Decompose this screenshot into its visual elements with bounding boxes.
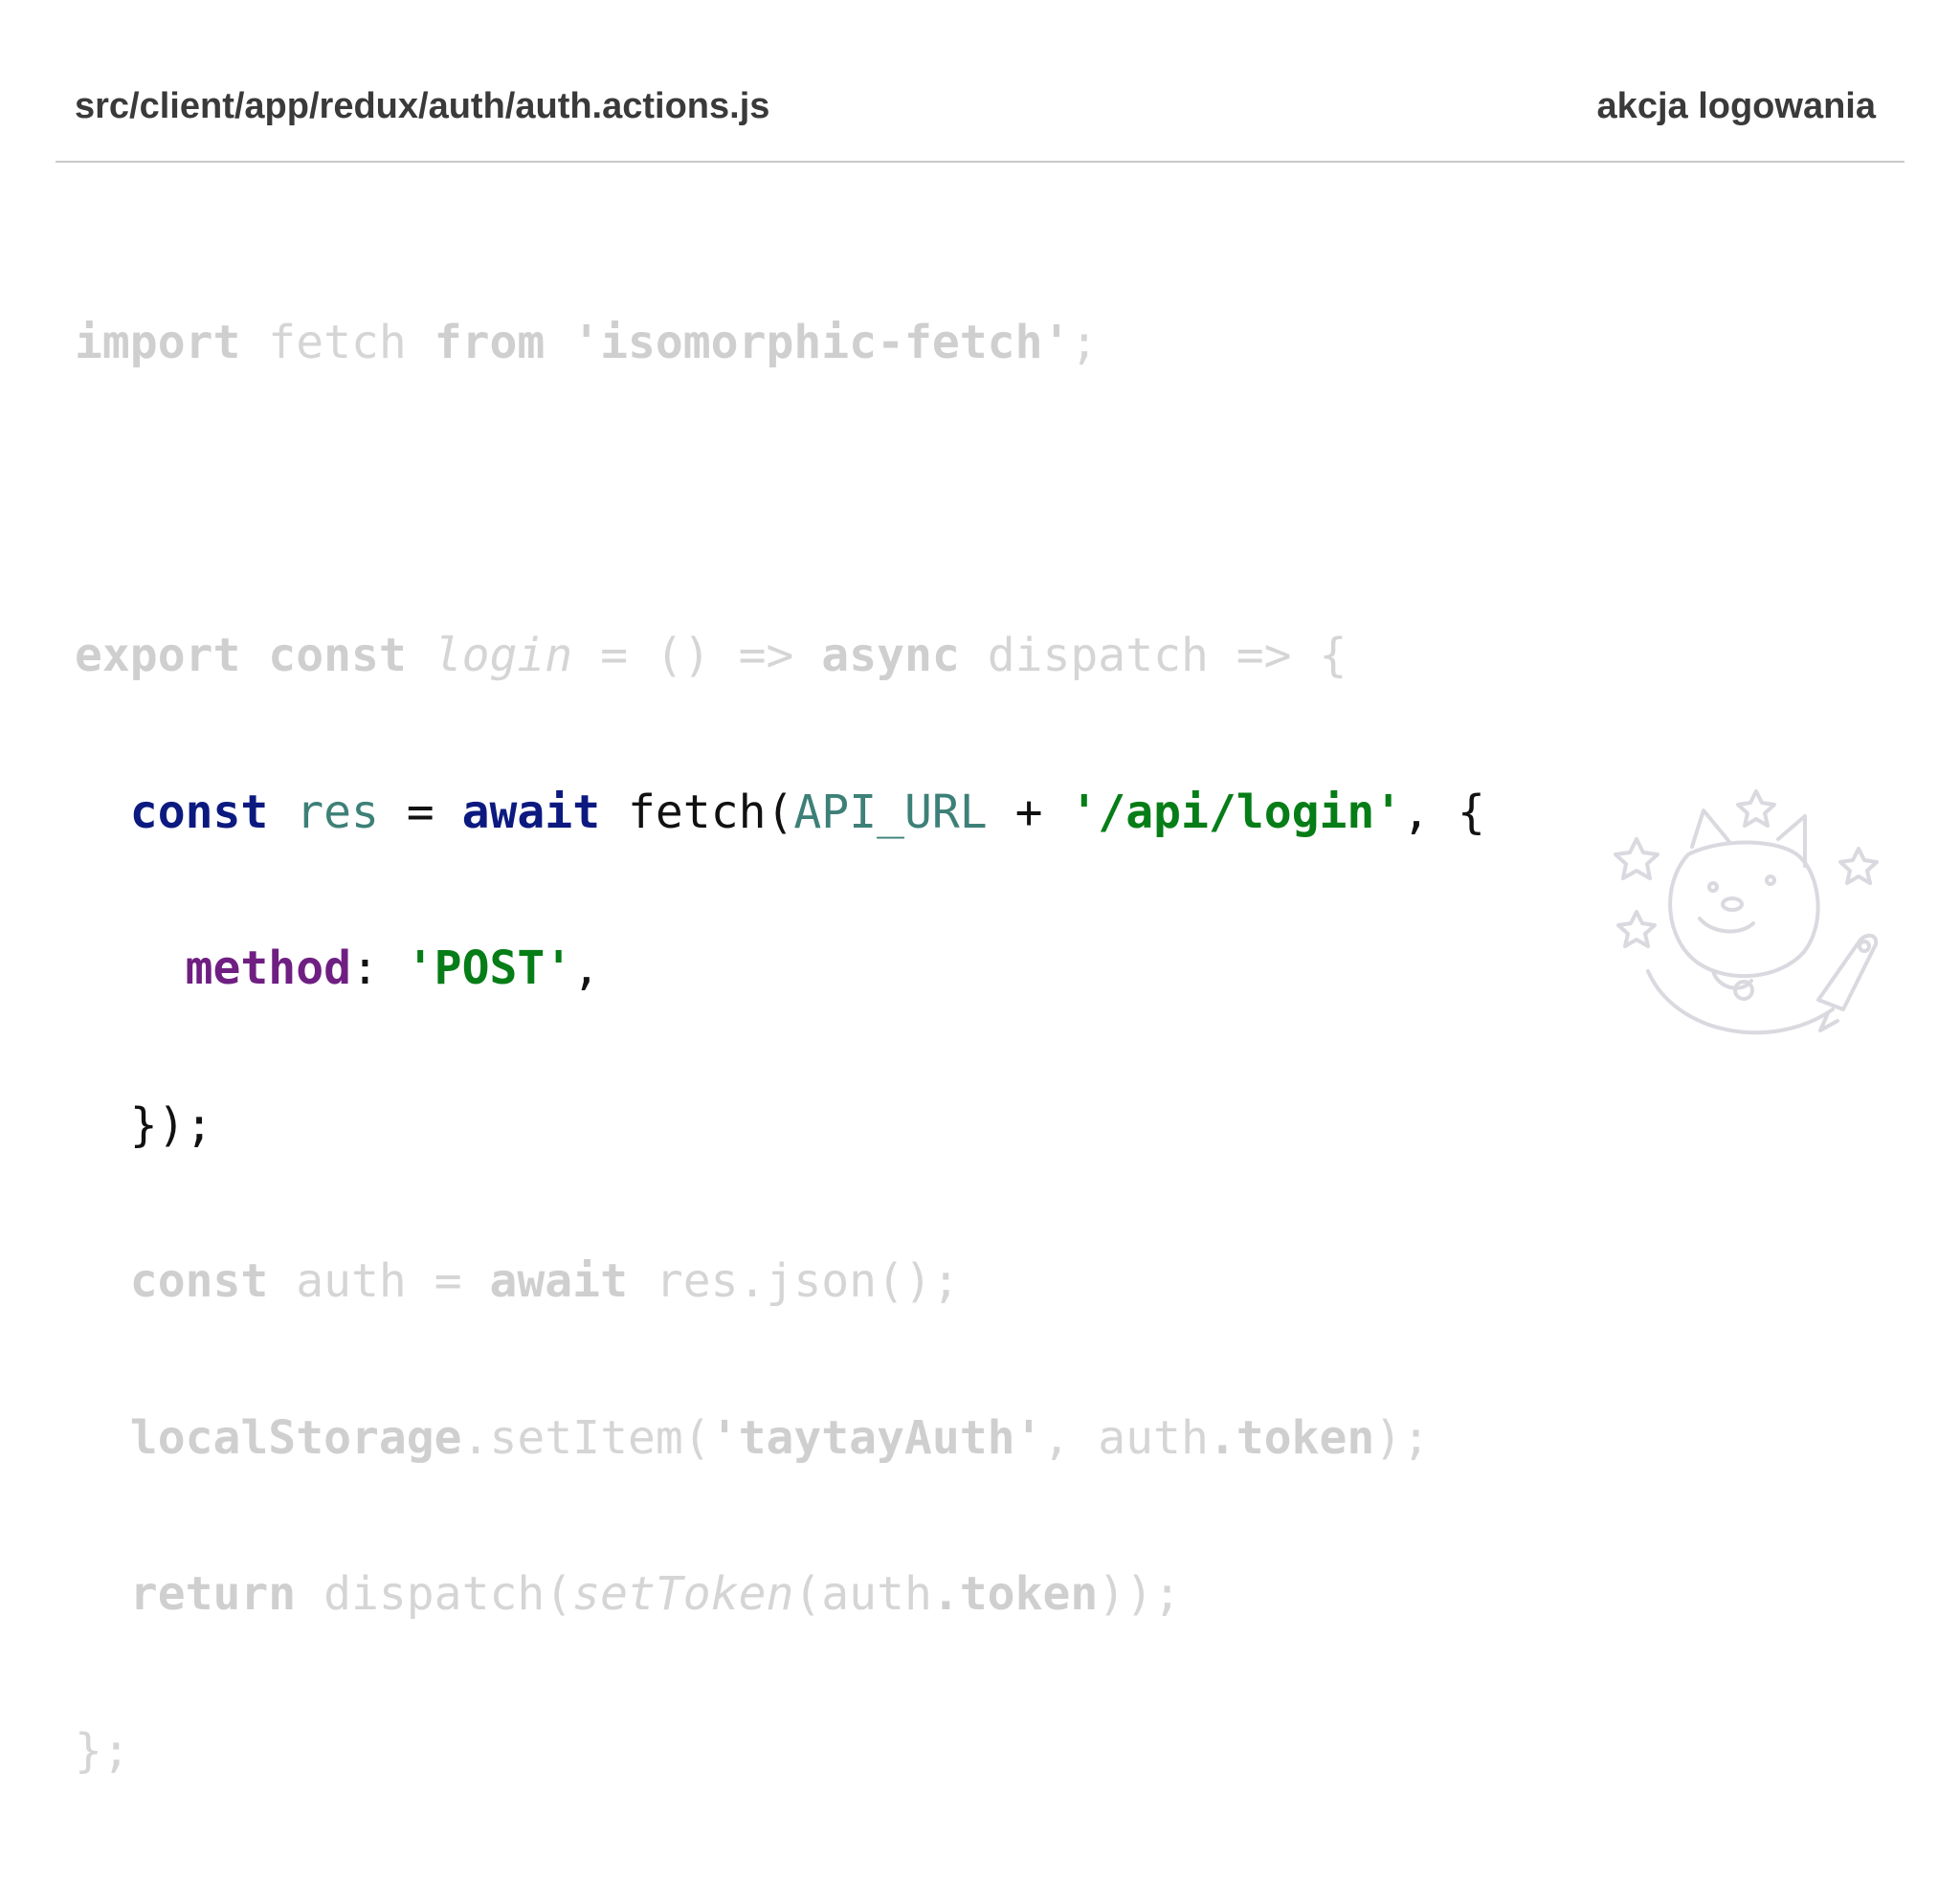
code-token: , auth xyxy=(1042,1410,1209,1465)
header-divider xyxy=(56,161,1904,163)
code-line-close-fetch: }); xyxy=(75,1097,1485,1152)
string-literal: '/api/login' xyxy=(1070,785,1403,839)
function-name: login xyxy=(434,629,573,682)
property: token xyxy=(1236,1410,1375,1465)
string-literal: 'isomorphic-fetch' xyxy=(572,316,1071,369)
string-literal: 'POST' xyxy=(406,941,573,995)
code-token: = xyxy=(378,785,462,839)
code-token: , { xyxy=(1402,785,1485,839)
code-line-fetch: const res = await fetch(API_URL + '/api/… xyxy=(75,786,1485,839)
code-token: auth = xyxy=(268,1254,490,1308)
keyword: await xyxy=(461,785,601,839)
slide: src/client/app/redux/auth/auth.actions.j… xyxy=(0,0,1960,1777)
function-name: setToken xyxy=(572,1567,794,1621)
keyword: return xyxy=(129,1567,297,1621)
slide-title: akcja logowania xyxy=(1596,86,1876,126)
code-token: dispatch => { xyxy=(959,629,1348,682)
variable: res xyxy=(296,785,379,839)
code-token: = () => xyxy=(572,629,822,682)
code-token: : xyxy=(350,941,407,995)
code-token: }); xyxy=(75,1097,213,1152)
code-token: + xyxy=(987,785,1071,839)
file-path: src/client/app/redux/auth/auth.actions.j… xyxy=(75,86,770,126)
code-token: . xyxy=(931,1567,960,1621)
keyword: const xyxy=(129,1254,269,1308)
doge-astronaut-icon xyxy=(1614,789,1879,1035)
variable: localStorage xyxy=(129,1410,462,1465)
code-token: dispatch( xyxy=(296,1567,573,1621)
code-line-json: const auth = await res.json(); xyxy=(75,1255,1485,1308)
code-token: res.json(); xyxy=(627,1254,960,1308)
code-token: )); xyxy=(1098,1567,1181,1621)
code-line-method: method: 'POST', xyxy=(75,942,1485,995)
property: method xyxy=(185,941,351,995)
code-token: .setItem( xyxy=(461,1410,711,1465)
keyword: export xyxy=(75,629,241,682)
code-token: ); xyxy=(1374,1410,1431,1465)
property: token xyxy=(959,1567,1099,1621)
code-line-localstorage: localStorage.setItem('taytayAuth', auth.… xyxy=(75,1410,1485,1465)
code-line-export: export const login = () => async dispatc… xyxy=(75,630,1485,682)
code-token: (auth xyxy=(793,1567,932,1621)
code-token: fetch xyxy=(240,316,434,369)
code-token: fetch( xyxy=(600,785,794,839)
code-token: ; xyxy=(1070,316,1099,369)
keyword: const xyxy=(268,629,407,682)
code-line-import: import fetch from 'isomorphic-fetch'; xyxy=(75,317,1485,369)
keyword: import xyxy=(75,316,241,369)
keyword: await xyxy=(489,1254,628,1308)
keyword: async xyxy=(821,629,960,682)
code-token: . xyxy=(1208,1410,1236,1465)
keyword: from xyxy=(434,316,546,369)
code-block: import fetch from 'isomorphic-fetch'; ex… xyxy=(75,212,1485,1881)
variable: API_URL xyxy=(793,785,988,839)
code-line-return: return dispatch(setToken(auth.token)); xyxy=(75,1568,1485,1621)
code-token: , xyxy=(572,941,601,995)
string-literal: 'taytayAuth' xyxy=(710,1410,1043,1465)
keyword: const xyxy=(129,785,269,839)
code-line-close: }; xyxy=(75,1723,1485,1778)
code-token: }; xyxy=(75,1723,130,1778)
